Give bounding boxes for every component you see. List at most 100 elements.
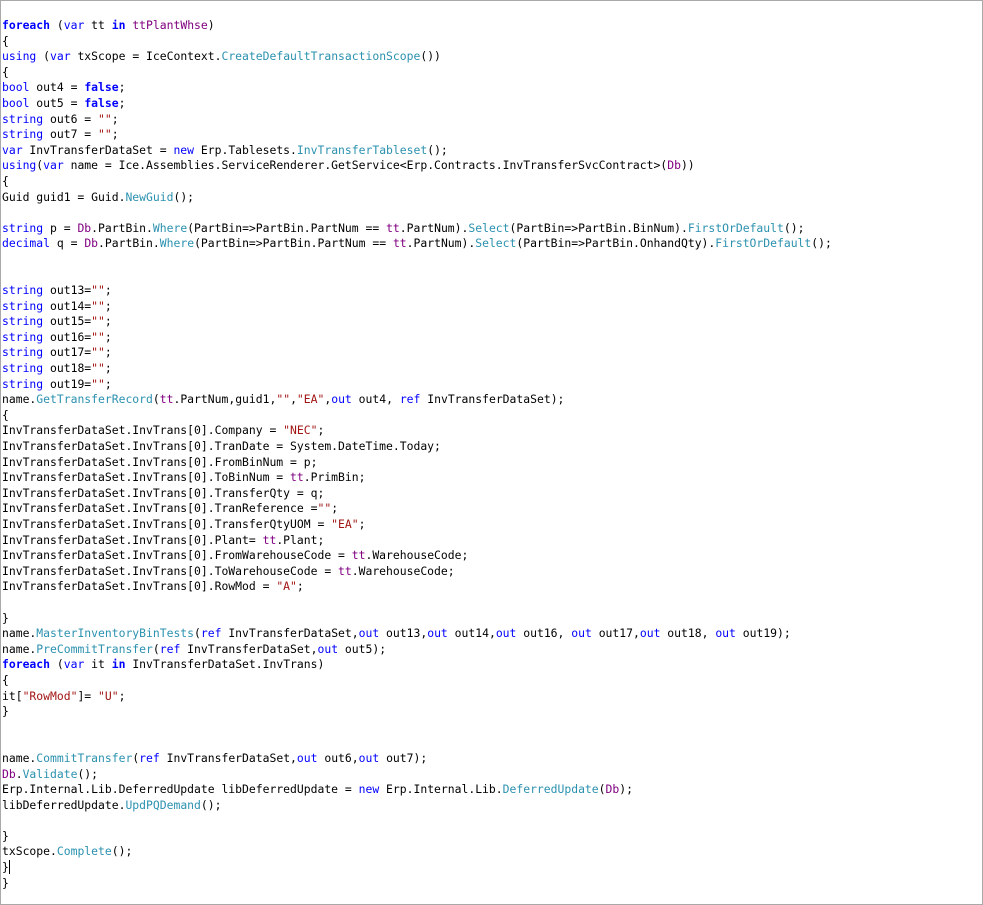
code-line[interactable]: } xyxy=(2,876,982,892)
code-line[interactable] xyxy=(2,813,982,829)
code-line[interactable]: Erp.Internal.Lib.DeferredUpdate libDefer… xyxy=(2,782,982,798)
code-line[interactable]: InvTransferDataSet.InvTrans[0].FromWareh… xyxy=(2,548,982,564)
code-token: "" xyxy=(91,376,105,391)
code-text-area[interactable]: foreach (var tt in ttPlantWhse){using (v… xyxy=(2,18,982,891)
code-token: out13, xyxy=(379,626,428,641)
code-line[interactable]: { xyxy=(2,673,982,689)
code-token: .PartNum). xyxy=(406,236,476,251)
code-token: string xyxy=(2,111,44,126)
code-line[interactable]: bool out5 = false; xyxy=(2,96,982,112)
code-line[interactable] xyxy=(2,205,982,221)
code-line[interactable]: { xyxy=(2,34,982,50)
code-token: new xyxy=(358,782,380,797)
code-line[interactable]: string out7 = ""; xyxy=(2,127,982,143)
code-line[interactable]: using (var txScope = IceContext.CreateDe… xyxy=(2,49,982,65)
code-token: (); xyxy=(173,189,195,204)
code-line[interactable] xyxy=(2,735,982,751)
code-token: foreach xyxy=(2,18,51,32)
code-token: out6 = xyxy=(43,111,99,126)
code-line[interactable]: string p = Db.PartBin.Where(PartBin=>Par… xyxy=(2,221,982,237)
code-token: (); xyxy=(811,236,832,251)
code-line[interactable]: } xyxy=(2,611,982,627)
code-line[interactable]: } xyxy=(2,860,982,876)
code-token: string xyxy=(2,298,44,313)
code-token: (); xyxy=(77,766,99,781)
code-token: ; xyxy=(296,579,304,594)
code-line[interactable]: decimal q = Db.PartBin.Where(PartBin=>Pa… xyxy=(2,236,982,252)
code-token: ; xyxy=(104,361,112,376)
code-line[interactable]: string out18=""; xyxy=(2,361,982,377)
code-line[interactable]: foreach (var it in InvTransferDataSet.In… xyxy=(2,657,982,673)
code-token: .PrimBin; xyxy=(303,470,366,485)
code-line[interactable]: InvTransferDataSet.InvTrans[0].TransferQ… xyxy=(2,517,982,533)
code-line[interactable]: string out14=""; xyxy=(2,299,982,315)
code-line[interactable]: InvTransferDataSet.InvTrans[0].TransferQ… xyxy=(2,486,982,502)
code-token: out xyxy=(639,626,661,641)
code-line[interactable]: Guid guid1 = Guid.NewGuid(); xyxy=(2,190,982,206)
code-token: .Plant; xyxy=(276,532,325,547)
code-line[interactable]: InvTransferDataSet.InvTrans[0].FromBinNu… xyxy=(2,455,982,471)
code-line[interactable]: { xyxy=(2,65,982,81)
code-token: ); xyxy=(619,782,633,797)
code-token: decimal xyxy=(2,236,51,251)
code-line[interactable]: string out13=""; xyxy=(2,283,982,299)
code-token: "" xyxy=(91,298,105,313)
code-line[interactable]: name.CommitTransfer(ref InvTransferDataS… xyxy=(2,751,982,767)
code-token: name. xyxy=(2,641,37,656)
code-editor[interactable]: foreach (var tt in ttPlantWhse){using (v… xyxy=(0,0,983,905)
code-line[interactable]: string out6 = ""; xyxy=(2,112,982,128)
code-line[interactable]: var InvTransferDataSet = new Erp.Tablese… xyxy=(2,143,982,159)
code-token: ( xyxy=(50,657,64,672)
code-line[interactable]: name.MasterInventoryBinTests(ref InvTran… xyxy=(2,626,982,642)
code-line[interactable]: } xyxy=(2,704,982,720)
code-token: name = Ice.Assemblies.ServiceRenderer.Ge… xyxy=(63,158,668,173)
code-token: name. xyxy=(2,392,37,407)
code-token: out17, xyxy=(591,626,640,641)
code-line[interactable]: InvTransferDataSet.InvTrans[0].TranDate … xyxy=(2,439,982,455)
code-line[interactable]: string out16=""; xyxy=(2,330,982,346)
code-line[interactable] xyxy=(2,720,982,736)
code-line[interactable]: txScope.Complete(); xyxy=(2,844,982,860)
code-line[interactable]: string out17=""; xyxy=(2,345,982,361)
code-token: Erp.Internal.Lib. xyxy=(379,782,503,797)
code-line[interactable]: foreach (var tt in ttPlantWhse) xyxy=(2,18,982,34)
code-line[interactable]: string out15=""; xyxy=(2,314,982,330)
code-token: (); xyxy=(427,142,448,157)
code-token: InvTransferDataSet.InvTrans[0].FromWareh… xyxy=(2,548,352,563)
code-token: string xyxy=(2,314,44,329)
code-token: out xyxy=(296,750,318,765)
code-line[interactable]: InvTransferDataSet.InvTrans[0].Plant= tt… xyxy=(2,533,982,549)
code-line[interactable]: bool out4 = false; xyxy=(2,80,982,96)
code-line[interactable]: libDeferredUpdate.UpdPQDemand(); xyxy=(2,798,982,814)
code-token: in xyxy=(111,18,126,32)
code-line[interactable]: name.PreCommitTransfer(ref InvTransferDa… xyxy=(2,642,982,658)
code-token: InvTransferDataSet, xyxy=(180,641,318,656)
code-token: ]= xyxy=(77,688,99,703)
code-line[interactable]: name.GetTransferRecord(tt.PartNum,guid1,… xyxy=(2,392,982,408)
code-line[interactable]: InvTransferDataSet.InvTrans[0].ToBinNum … xyxy=(2,470,982,486)
code-token: InvTransferDataSet, xyxy=(159,750,297,765)
code-token: ; xyxy=(358,517,366,531)
code-line[interactable]: { xyxy=(2,408,982,424)
code-token: Db xyxy=(2,766,16,781)
code-line[interactable]: } xyxy=(2,829,982,845)
code-line[interactable] xyxy=(2,252,982,268)
code-line[interactable]: Db.Validate(); xyxy=(2,767,982,783)
code-token: ref xyxy=(399,392,421,407)
code-line[interactable]: InvTransferDataSet.InvTrans[0].Company =… xyxy=(2,423,982,439)
code-line[interactable]: InvTransferDataSet.InvTrans[0].TranRefer… xyxy=(2,501,982,517)
code-line[interactable]: InvTransferDataSet.InvTrans[0].ToWarehou… xyxy=(2,564,982,580)
code-line[interactable]: { xyxy=(2,174,982,190)
code-line[interactable]: it["RowMod"]= "U"; xyxy=(2,689,982,705)
code-line[interactable] xyxy=(2,595,982,611)
code-token: { xyxy=(2,407,9,422)
code-token: out19); xyxy=(735,626,791,641)
code-line[interactable]: using(var name = Ice.Assemblies.ServiceR… xyxy=(2,158,982,174)
code-token: out4, xyxy=(351,392,400,407)
code-token: q = xyxy=(50,236,85,251)
code-token: ( xyxy=(50,18,64,32)
code-token: (); xyxy=(200,797,222,812)
code-line[interactable]: InvTransferDataSet.InvTrans[0].RowMod = … xyxy=(2,579,982,595)
code-line[interactable]: string out19=""; xyxy=(2,377,982,393)
code-line[interactable] xyxy=(2,268,982,284)
